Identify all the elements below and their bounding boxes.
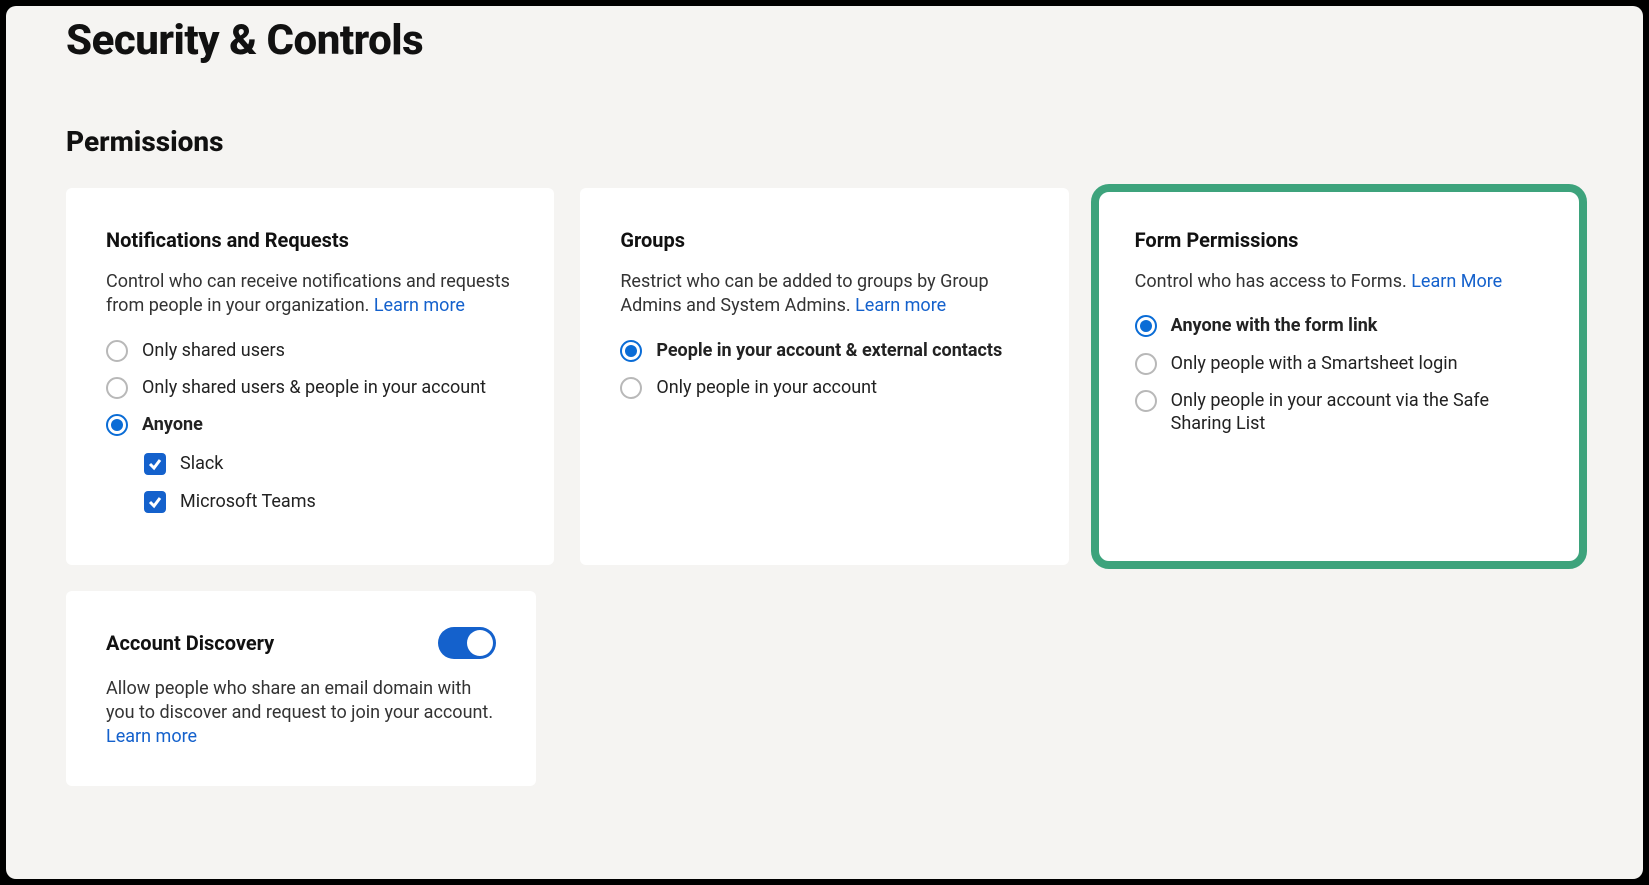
card-desc-text-forms: Control who has access to Forms. bbox=[1135, 271, 1412, 292]
card-desc-notifications: Control who can receive notifications an… bbox=[106, 270, 514, 319]
card-groups: Groups Restrict who can be added to grou… bbox=[580, 188, 1068, 565]
radio-label: People in your account & external contac… bbox=[656, 339, 1002, 362]
checkbox-label: Slack bbox=[180, 453, 223, 474]
radio-label: Only shared users bbox=[142, 339, 285, 362]
radio-notifications-shared-users[interactable]: Only shared users bbox=[106, 339, 514, 362]
radio-label: Anyone bbox=[142, 413, 203, 436]
card-desc-groups: Restrict who can be added to groups by G… bbox=[620, 270, 1028, 319]
radio-icon bbox=[1135, 315, 1157, 337]
learn-more-link-notifications[interactable]: Learn more bbox=[374, 295, 465, 316]
checkbox-label: Microsoft Teams bbox=[180, 491, 316, 512]
section-title-permissions: Permissions bbox=[66, 125, 1583, 158]
radio-label: Only people in your account via the Safe… bbox=[1171, 389, 1543, 436]
page-title: Security & Controls bbox=[66, 16, 1583, 65]
card-title-discovery: Account Discovery bbox=[106, 631, 274, 655]
card-title-groups: Groups bbox=[620, 228, 1028, 252]
card-desc-forms: Control who has access to Forms. Learn M… bbox=[1135, 270, 1543, 294]
radio-forms-anyone-link[interactable]: Anyone with the form link bbox=[1135, 314, 1543, 337]
card-title-notifications: Notifications and Requests bbox=[106, 228, 514, 252]
radio-icon bbox=[1135, 353, 1157, 375]
radio-groups-external[interactable]: People in your account & external contac… bbox=[620, 339, 1028, 362]
radio-groups-account-only[interactable]: Only people in your account bbox=[620, 376, 1028, 399]
checkbox-icon bbox=[144, 491, 166, 513]
radio-label: Anyone with the form link bbox=[1171, 314, 1378, 337]
notifications-sub-checks: Slack Microsoft Teams bbox=[144, 453, 514, 513]
checkbox-icon bbox=[144, 453, 166, 475]
card-form-permissions: Form Permissions Control who has access … bbox=[1095, 188, 1583, 565]
radio-icon bbox=[1135, 390, 1157, 412]
learn-more-link-groups[interactable]: Learn more bbox=[855, 295, 946, 316]
checkbox-slack[interactable]: Slack bbox=[144, 453, 514, 475]
radio-icon bbox=[106, 377, 128, 399]
card-desc-text-discovery: Allow people who share an email domain w… bbox=[106, 678, 493, 723]
radio-label: Only shared users & people in your accou… bbox=[142, 376, 486, 399]
card-notifications: Notifications and Requests Control who c… bbox=[66, 188, 554, 565]
radio-icon bbox=[620, 377, 642, 399]
learn-more-link-forms[interactable]: Learn More bbox=[1411, 271, 1502, 292]
radio-icon bbox=[106, 340, 128, 362]
radio-icon bbox=[106, 414, 128, 436]
radio-forms-safe-sharing[interactable]: Only people in your account via the Safe… bbox=[1135, 389, 1543, 436]
radio-notifications-shared-account[interactable]: Only shared users & people in your accou… bbox=[106, 376, 514, 399]
permissions-cards-row: Notifications and Requests Control who c… bbox=[66, 188, 1583, 565]
radio-label: Only people in your account bbox=[656, 376, 877, 399]
page-frame: Security & Controls Permissions Notifica… bbox=[6, 6, 1643, 879]
radio-icon bbox=[620, 340, 642, 362]
card-account-discovery: Account Discovery Allow people who share… bbox=[66, 591, 536, 786]
card-desc-discovery: Allow people who share an email domain w… bbox=[106, 677, 496, 750]
checkbox-teams[interactable]: Microsoft Teams bbox=[144, 491, 514, 513]
card-title-forms: Form Permissions bbox=[1135, 228, 1543, 252]
learn-more-link-discovery[interactable]: Learn more bbox=[106, 726, 197, 747]
card-header-discovery: Account Discovery bbox=[106, 627, 496, 659]
radio-label: Only people with a Smartsheet login bbox=[1171, 352, 1458, 375]
radio-notifications-anyone[interactable]: Anyone bbox=[106, 413, 514, 436]
radio-forms-smartsheet-login[interactable]: Only people with a Smartsheet login bbox=[1135, 352, 1543, 375]
toggle-account-discovery[interactable] bbox=[438, 627, 496, 659]
